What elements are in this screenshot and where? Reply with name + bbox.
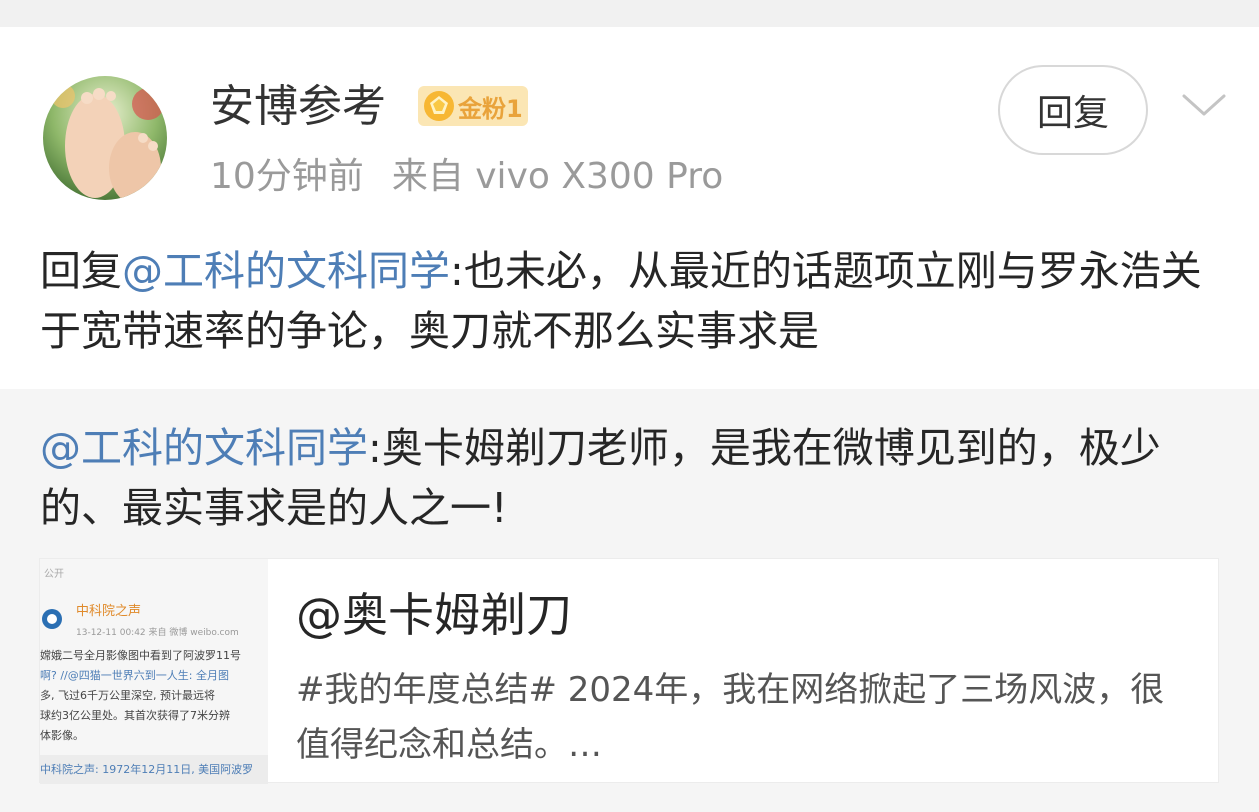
post-meta: 10分钟前 来自 vivo X300 Pro [210, 154, 723, 200]
quoted-text: @工科的文科同学:奥卡姆剃刀老师，是我在微博见到的，极少的、最实事求是的人之一! [40, 418, 1230, 538]
linked-post-author[interactable]: @奥卡姆剃刀 [296, 587, 572, 643]
post-body: 回复@工科的文科同学:也未必，从最近的话题项立刚与罗永浩关于宽带速率的争论，奥刀… [40, 241, 1230, 361]
chevron-down-icon[interactable] [1180, 90, 1228, 120]
badge-label: 金粉1 [458, 94, 523, 123]
username[interactable]: 安博参考 [210, 80, 386, 134]
avatar[interactable] [43, 76, 167, 200]
thumb-line: 中科院之声: 1972年12月11日, 美国阿波罗 [40, 762, 253, 776]
thumb-line: 体影像。 [40, 728, 84, 742]
post-time: 10分钟前 [210, 156, 364, 197]
thumb-line: 嫦娥二号全月影像图中看到了阿波罗11号 [40, 648, 241, 662]
fan-badge[interactable]: 金粉1 [418, 86, 528, 126]
linked-post-thumbnail: 公开 中科院之声 13-12-11 00:42 来自 微博 weibo.com … [40, 559, 268, 784]
post-source: 来自 vivo X300 Pro [391, 156, 724, 197]
thumb-line: 球约3亿公里处。其首次获得了7米分辨 [40, 708, 230, 722]
mention-link[interactable]: @工科的文科同学 [122, 247, 450, 295]
gem-icon [424, 91, 454, 121]
thumb-visibility: 公开 [44, 569, 64, 580]
linked-post-description: #我的年度总结# 2024年，我在网络掀起了三场风波，很值得纪念和总结。… [296, 670, 1165, 765]
linked-post-card[interactable]: 公开 中科院之声 13-12-11 00:42 来自 微博 weibo.com … [39, 558, 1219, 784]
thumb-date: 13-12-11 00:42 来自 微博 weibo.com [76, 626, 239, 638]
top-strip [0, 0, 1259, 27]
quoted-mention-link[interactable]: @工科的文科同学 [40, 424, 368, 472]
reply-button[interactable]: 回复 [998, 65, 1148, 155]
thumb-line: 多, 飞过6千万公里深空, 预计最远将 [40, 688, 215, 702]
reply-prefix: 回复 [40, 247, 122, 295]
thumb-account: 中科院之声 [76, 604, 141, 619]
thumb-line: 啊? //@四猫一世界六到一人生: 全月图 [40, 668, 229, 682]
